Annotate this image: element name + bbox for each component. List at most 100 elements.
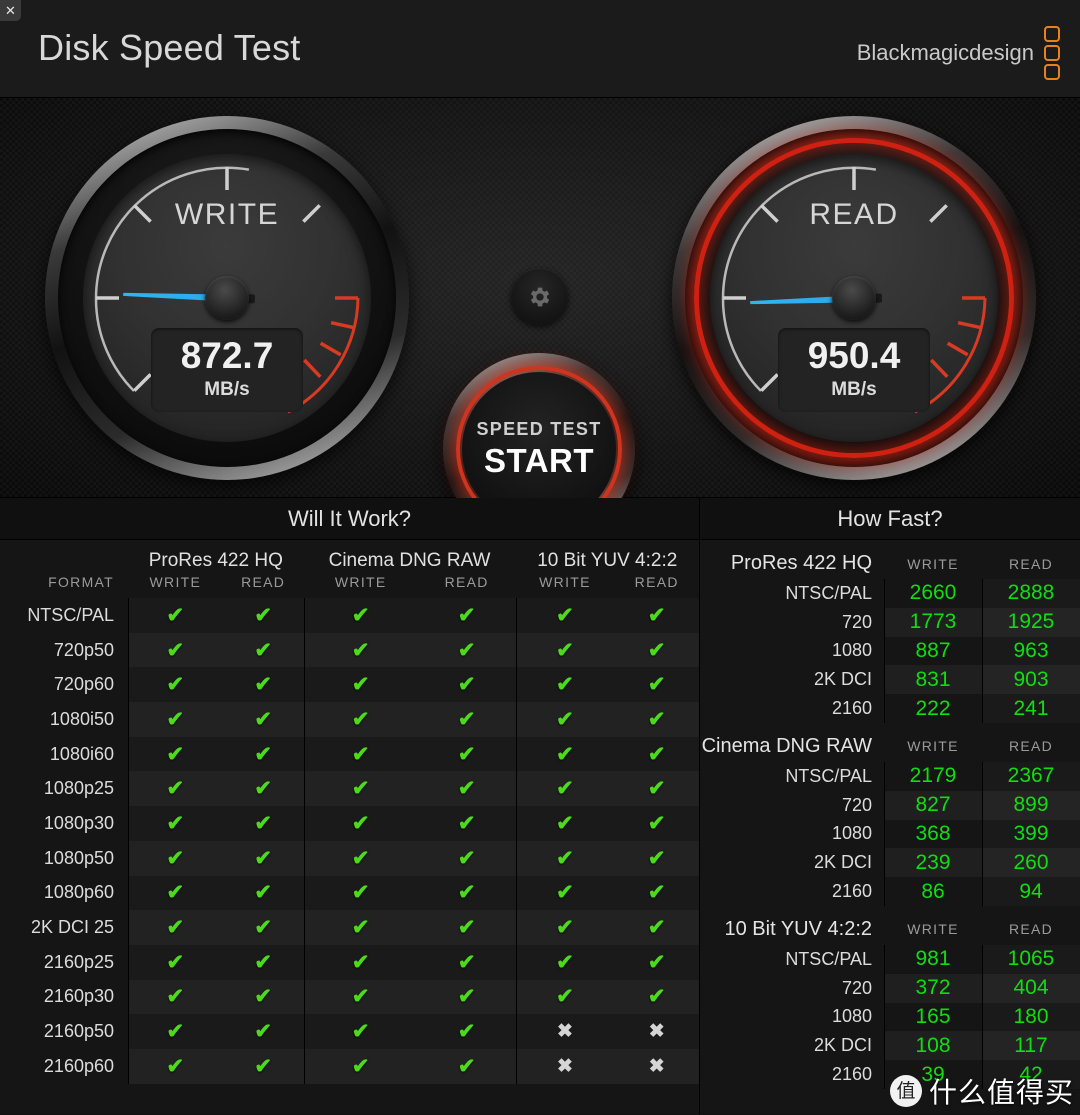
check-icon: ✔ [254, 777, 272, 801]
check-icon: ✔ [254, 707, 272, 731]
check-icon: ✔ [351, 916, 370, 940]
table-row: 1080i60 ✔ ✔ ✔ ✔ ✔ ✔ [0, 736, 699, 772]
table-row: NTSC/PAL 2660 2888 [700, 579, 1080, 608]
codec-header-0: ProRes 422 HQ [148, 550, 283, 571]
supported-cell: ✔ [515, 667, 615, 703]
check-icon: ✔ [254, 846, 272, 870]
supported-cell: ✔ [128, 806, 223, 841]
gauge-label: WRITE [174, 198, 280, 231]
will-it-work-table: FORMAT ProRes 422 HQ Cinema DNG RAW 10 B… [0, 540, 699, 1084]
codec-header-2: 10 Bit YUV 4:2:2 [537, 550, 678, 571]
check-icon: ✔ [457, 950, 476, 974]
subheader-read: READ [1008, 921, 1054, 938]
table-row: NTSC/PAL 981 1065 [700, 944, 1080, 974]
supported-cell: ✔ [417, 840, 516, 876]
check-icon: ✔ [166, 707, 185, 731]
supported-cell: ✔ [303, 910, 418, 945]
check-icon: ✔ [647, 742, 666, 766]
check-icon: ✔ [254, 916, 272, 940]
format-label: 1080p50 [43, 847, 114, 868]
read-value: 950.4 [807, 335, 901, 376]
check-icon: ✔ [556, 985, 574, 1009]
supported-cell: ✔ [222, 736, 304, 772]
supported-cell: ✔ [303, 667, 418, 703]
how-fast-table: ProRes 422 HQ WRITE READ NTSC/PAL 2660 2888 72… [700, 540, 1080, 1089]
supported-cell: ✔ [303, 736, 418, 772]
supported-cell: ✔ [515, 979, 615, 1015]
check-icon: ✔ [457, 673, 476, 697]
supported-cell: ✔ [128, 875, 223, 911]
check-icon: ✔ [457, 1020, 476, 1044]
supported-cell: ✔ [515, 736, 615, 772]
supported-cell: ✔ [417, 771, 516, 807]
supported-cell: ✔ [515, 840, 615, 876]
supported-cell: ✔ [222, 702, 304, 737]
write-value: 887 [884, 637, 982, 666]
table-row: 2160p60 ✔ ✔ ✔ ✔ ✖ ✖ [0, 1048, 699, 1084]
unsupported-cell: ✖ [614, 1014, 699, 1049]
settings-button[interactable] [511, 268, 568, 325]
cross-icon: ✖ [557, 1055, 573, 1077]
gauge-hub [205, 276, 249, 320]
gauge-label: READ [809, 198, 899, 231]
gauge-panel: WRITE 872.7 MB/s READ 950.4 MB/s SPEED T… [0, 98, 1080, 545]
check-icon: ✔ [556, 707, 574, 731]
write-value: 239 [884, 848, 982, 878]
subheader-write: WRITE [907, 555, 959, 572]
close-icon[interactable]: ✕ [0, 0, 21, 21]
check-icon: ✔ [647, 638, 666, 662]
check-icon: ✔ [556, 811, 574, 835]
check-icon: ✔ [166, 846, 185, 870]
format-label: 2160p25 [43, 951, 114, 972]
start-button-line2: START [483, 441, 595, 479]
supported-cell: ✔ [614, 806, 699, 841]
codec-header-row: FORMAT ProRes 422 HQ Cinema DNG RAW 10 B… [0, 540, 699, 590]
check-icon: ✔ [556, 638, 574, 662]
check-icon: ✔ [351, 603, 370, 627]
check-icon: ✔ [457, 1054, 476, 1078]
check-icon: ✔ [647, 603, 666, 627]
check-icon: ✔ [166, 673, 185, 697]
check-icon: ✔ [351, 985, 370, 1009]
write-value: 2660 [884, 579, 982, 608]
supported-cell: ✔ [614, 840, 699, 876]
read-value: 1065 [982, 944, 1080, 974]
supported-cell: ✔ [303, 806, 418, 841]
format-label: 1080i60 [49, 743, 114, 764]
resolution-label: 2160 [831, 698, 872, 719]
cross-icon: ✖ [648, 1021, 665, 1043]
codec-group-header: 10 Bit YUV 4:2:2 WRITE READ [700, 906, 1080, 945]
write-value: 827 [884, 790, 982, 820]
write-value: 831 [884, 665, 982, 695]
supported-cell: ✔ [614, 910, 699, 945]
supported-cell: ✔ [303, 979, 418, 1015]
supported-cell: ✔ [222, 840, 304, 876]
how-fast-title: How Fast? [700, 498, 1080, 540]
read-value: 117 [982, 1031, 1080, 1061]
gear-icon [530, 287, 549, 306]
supported-cell: ✔ [515, 875, 615, 911]
supported-cell: ✔ [417, 702, 516, 737]
read-value: 963 [982, 636, 1080, 666]
check-icon: ✔ [254, 811, 272, 835]
brand-text: Blackmagicdesign [856, 40, 1034, 65]
supported-cell: ✔ [128, 944, 223, 980]
subheader-write: WRITE [539, 574, 591, 590]
supported-cell: ✔ [128, 979, 223, 1015]
codec-group-name: ProRes 422 HQ [730, 552, 872, 574]
resolution-label: 2160 [831, 881, 872, 902]
supported-cell: ✔ [222, 667, 304, 703]
supported-cell: ✔ [515, 944, 615, 980]
write-unit: MB/s [204, 379, 250, 400]
read-readout: 950.4 MB/s [778, 328, 930, 412]
read-value: 1925 [982, 607, 1080, 637]
unsupported-cell: ✖ [515, 1014, 615, 1049]
read-unit: MB/s [831, 379, 877, 400]
supported-cell: ✔ [303, 944, 418, 980]
supported-cell: ✔ [128, 667, 223, 703]
check-icon: ✔ [166, 881, 185, 905]
check-icon: ✔ [556, 881, 574, 905]
check-icon: ✔ [351, 1020, 370, 1044]
check-icon: ✔ [166, 1020, 185, 1044]
supported-cell: ✔ [222, 1048, 304, 1084]
